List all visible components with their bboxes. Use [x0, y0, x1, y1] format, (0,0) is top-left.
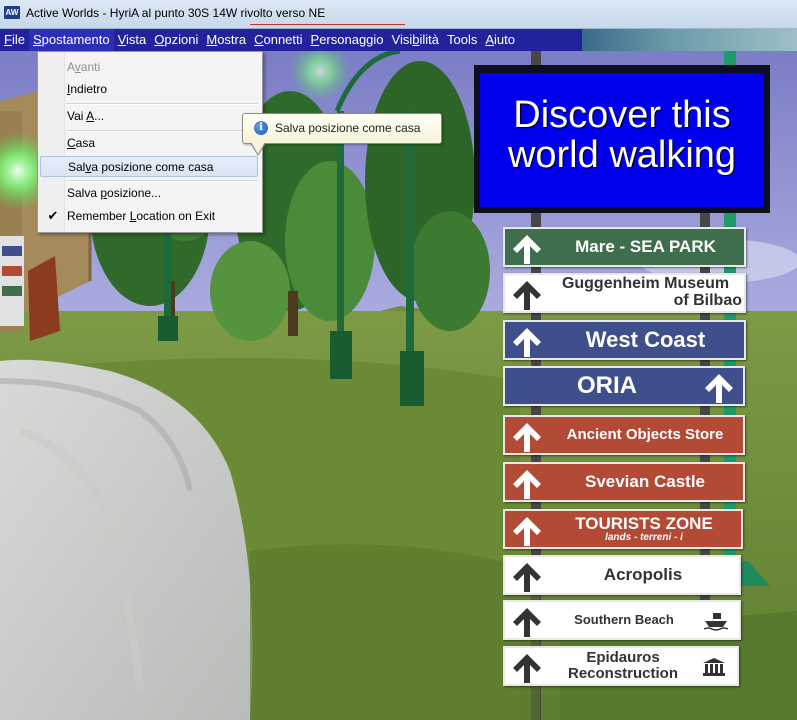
app-icon: AW	[4, 6, 20, 19]
menu-item-salva-posizione-come-casa[interactable]: Salva posizione come casa	[40, 156, 258, 177]
arrow-up-icon	[509, 606, 545, 638]
sign-label-line-1: ORIA	[577, 372, 637, 400]
menu-item-remember-location[interactable]: ✔ Remember Location on Exit	[40, 206, 258, 227]
menu-visibilita[interactable]: Visibilità	[388, 29, 443, 51]
discover-billboard: Discover this world walking	[476, 67, 768, 211]
sign-epidauros: Epidauros Reconstruction	[503, 646, 739, 686]
tooltip-text: Salva posizione come casa	[275, 121, 421, 135]
window-title: Active Worlds - HyriA al punto 30S 14W r…	[26, 6, 326, 20]
sign-label: West Coast	[549, 322, 742, 358]
sign-label: ORIA	[511, 368, 703, 404]
arrow-up-icon	[701, 372, 737, 404]
arrow-up-icon	[509, 233, 545, 265]
billboard-line-1: Discover this	[513, 94, 731, 136]
sign-sublabel: lands - terreni - i	[605, 531, 683, 543]
spostamento-menu: Avanti Indietro Vai A... Casa Salva posizion…	[37, 51, 263, 233]
sign-label-line-1: Mare - SEA PARK	[575, 237, 716, 257]
sign-oria: ORIA	[503, 366, 745, 406]
sign-label-line-1: Svevian Castle	[584, 472, 705, 492]
title-bar: AW Active Worlds - HyriA al punto 30S 14…	[0, 0, 797, 29]
title-underline	[250, 24, 405, 25]
arrow-up-icon	[509, 515, 545, 547]
menu-separator	[66, 130, 258, 132]
sign-label: Guggenheim Museum of Bilbao	[549, 275, 742, 311]
menu-vista[interactable]: Vista	[114, 29, 151, 51]
menu-item-label: Casa	[67, 136, 96, 150]
sign-west-coast: West Coast	[503, 320, 746, 360]
sign-label: Svevian Castle	[549, 464, 741, 500]
menu-item-label: Salva posizione come casa	[68, 160, 214, 174]
arrow-up-icon	[509, 561, 545, 593]
menu-bar-scene-strip	[582, 29, 797, 51]
menu-opzioni[interactable]: Opzioni	[150, 29, 202, 51]
sign-label-line-2: of Bilbao	[673, 292, 742, 309]
menu-bar: File Spostamento Vista Opzioni Mostra Connett…	[0, 29, 582, 51]
sign-label-line-1: TOURISTS ZONE	[575, 513, 713, 533]
sign-southern-beach: Southern Beach	[503, 600, 741, 640]
sign-label: TOURISTS ZONE lands - terreni - i	[549, 511, 739, 547]
sign-tourists-zone: TOURISTS ZONE lands - terreni - i	[503, 509, 743, 549]
boat-icon	[703, 611, 729, 631]
arrow-up-icon	[509, 326, 545, 358]
menu-separator	[66, 103, 258, 105]
menu-file[interactable]: File	[0, 29, 29, 51]
sign-label: Acropolis	[549, 557, 737, 593]
sign-label-line-1: Ancient Objects Store	[566, 426, 724, 444]
sign-ancient-objects-store: Ancient Objects Store	[503, 415, 745, 455]
menu-tools[interactable]: Tools	[443, 29, 481, 51]
arrow-up-icon	[509, 421, 545, 453]
menu-mostra[interactable]: Mostra	[202, 29, 250, 51]
arrow-up-icon	[509, 279, 545, 311]
menu-item-vai-a[interactable]: Vai A...	[40, 106, 258, 127]
sign-label: Southern Beach	[549, 602, 699, 638]
sign-label-line-1: West Coast	[585, 327, 706, 353]
menu-item-label: Avanti	[67, 60, 101, 74]
sign-label: Ancient Objects Store	[549, 417, 741, 453]
sign-mare-sea-park: Mare - SEA PARK	[503, 227, 746, 267]
arrow-up-icon	[509, 652, 545, 684]
menu-spostamento[interactable]: Spostamento	[28, 29, 114, 51]
sign-label-line-1: Guggenheim Museum	[561, 275, 730, 293]
menu-item-indietro[interactable]: Indietro	[40, 79, 258, 100]
menu-item-casa[interactable]: Casa	[40, 133, 258, 154]
sign-label: Epidauros Reconstruction	[549, 648, 697, 684]
menu-item-label: Indietro	[67, 82, 108, 96]
temple-icon	[701, 657, 727, 677]
menu-item-salva-posizione[interactable]: Salva posizione...	[40, 183, 258, 204]
sign-svevian-castle: Svevian Castle	[503, 462, 745, 502]
sign-acropolis: Acropolis	[503, 555, 741, 595]
tooltip-tail	[251, 142, 265, 154]
billboard-text: Discover this world walking	[480, 95, 764, 175]
menu-separator	[66, 180, 258, 182]
menu-tooltip: i Salva posizione come casa	[242, 113, 442, 156]
menu-item-avanti[interactable]: Avanti	[40, 57, 258, 78]
sign-label-line-1: Epidauros	[586, 649, 660, 667]
menu-item-label: Salva posizione...	[67, 186, 162, 200]
menu-item-label: Remember Location on Exit	[67, 209, 216, 223]
check-icon: ✔	[47, 208, 59, 223]
info-icon: i	[254, 121, 268, 135]
arrow-up-icon	[509, 468, 545, 500]
sign-label-line-1: Acropolis	[603, 565, 683, 585]
sign-label-line-2: Reconstruction	[567, 665, 678, 682]
sign-guggenheim-museum: Guggenheim Museum of Bilbao	[503, 273, 746, 313]
billboard-panel: Discover this world walking	[480, 73, 764, 207]
menu-personaggio[interactable]: Personaggio	[307, 29, 388, 51]
menu-connetti[interactable]: Connetti	[250, 29, 306, 51]
sign-label: Mare - SEA PARK	[549, 229, 742, 265]
sign-label-line-1: Southern Beach	[574, 612, 674, 628]
billboard-line-2: world walking	[507, 134, 737, 176]
menu-item-label: Vai A...	[67, 109, 105, 123]
menu-aiuto[interactable]: Aiuto	[481, 29, 519, 51]
